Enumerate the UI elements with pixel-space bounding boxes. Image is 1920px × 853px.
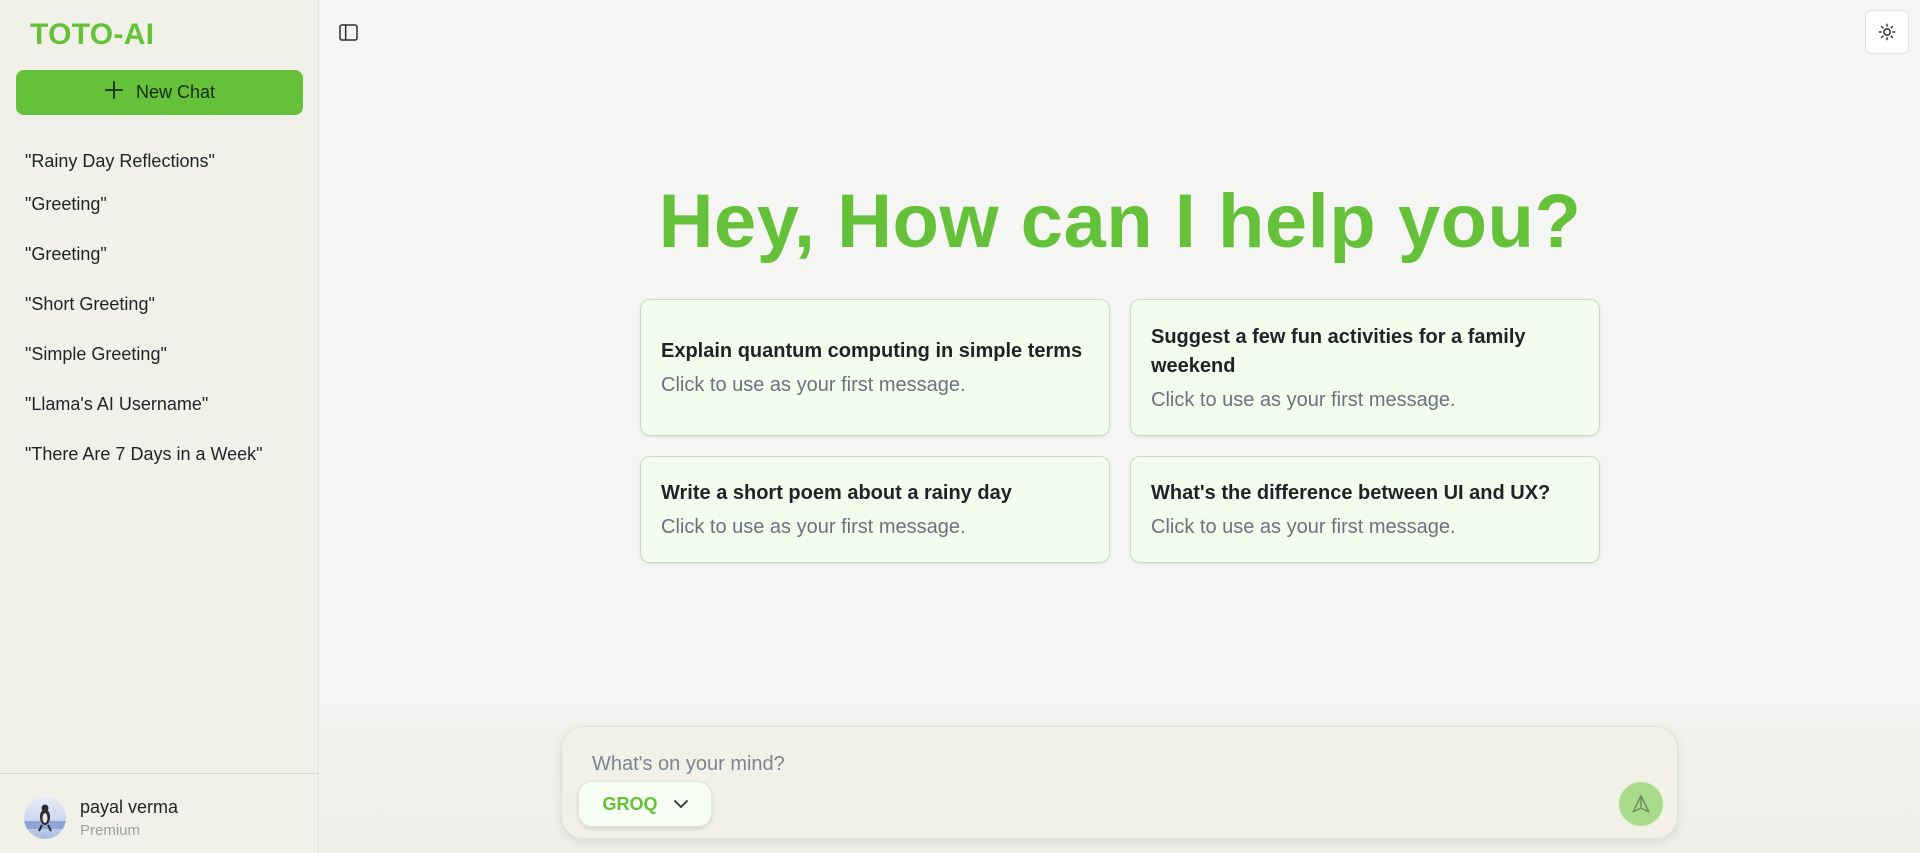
sidebar-panel-icon xyxy=(338,23,358,41)
chat-history-item[interactable]: "Greeting" xyxy=(25,229,263,279)
suggestion-subtitle: Click to use as your first message. xyxy=(661,374,966,396)
user-plan-badge: Premium xyxy=(80,822,141,839)
user-name: payal verma xyxy=(80,797,179,817)
suggestion-card[interactable]: What's the difference between UI and UX?… xyxy=(1130,456,1600,563)
theme-toggle-button[interactable] xyxy=(1865,10,1909,54)
model-select-label: GROQ xyxy=(602,793,658,814)
page-title: Hey, How can I help you? xyxy=(658,179,1582,264)
user-profile[interactable]: payal verma Premium xyxy=(0,773,319,853)
chat-history-list: "Rainy Day Reflections" "Greeting" "Gree… xyxy=(25,143,263,479)
sidebar-toggle-button[interactable] xyxy=(336,21,360,43)
suggestion-subtitle: Click to use as your first message. xyxy=(1151,516,1456,538)
chat-history-item[interactable]: "Greeting" xyxy=(25,179,263,229)
new-chat-button[interactable]: New Chat xyxy=(16,70,303,115)
chat-history-item[interactable]: "Rainy Day Reflections" xyxy=(25,143,263,179)
model-select-dropdown[interactable]: GROQ xyxy=(578,781,712,827)
plus-icon xyxy=(104,80,124,105)
suggestion-card[interactable]: Suggest a few fun activities for a famil… xyxy=(1130,299,1600,436)
new-chat-label: New Chat xyxy=(135,82,216,102)
sun-icon xyxy=(1878,23,1896,41)
chat-history-item[interactable]: "Llama's AI Username" xyxy=(25,379,263,429)
sidebar: TOTO-AI New Chat "Rainy Day Reflections"… xyxy=(0,0,319,853)
suggestion-card[interactable]: Write a short poem about a rainy day Cli… xyxy=(640,456,1110,563)
suggestion-title: Write a short poem about a rainy day xyxy=(661,482,1012,504)
brand-logo: TOTO-AI xyxy=(30,18,155,51)
avatar xyxy=(24,797,66,839)
chat-history-item[interactable]: "Short Greeting" xyxy=(25,279,263,329)
suggestion-subtitle: Click to use as your first message. xyxy=(1151,388,1456,411)
message-input[interactable] xyxy=(592,749,1592,779)
suggestion-title: What's the difference between UI and UX? xyxy=(1151,482,1551,504)
chevron-down-icon xyxy=(673,799,688,808)
suggestion-title: Explain quantum computing in simple term… xyxy=(661,340,1083,362)
chat-history-item[interactable]: "There Are 7 Days in a Week" xyxy=(25,429,263,479)
suggestion-title: Suggest a few fun activities for a famil… xyxy=(1151,325,1526,377)
send-arrow-icon xyxy=(1632,795,1650,813)
chat-history-item[interactable]: "Simple Greeting" xyxy=(25,329,263,379)
suggestion-card[interactable]: Explain quantum computing in simple term… xyxy=(640,299,1110,436)
message-composer: GROQ xyxy=(561,726,1678,839)
send-button[interactable] xyxy=(1619,782,1663,826)
suggestion-subtitle: Click to use as your first message. xyxy=(661,516,966,538)
